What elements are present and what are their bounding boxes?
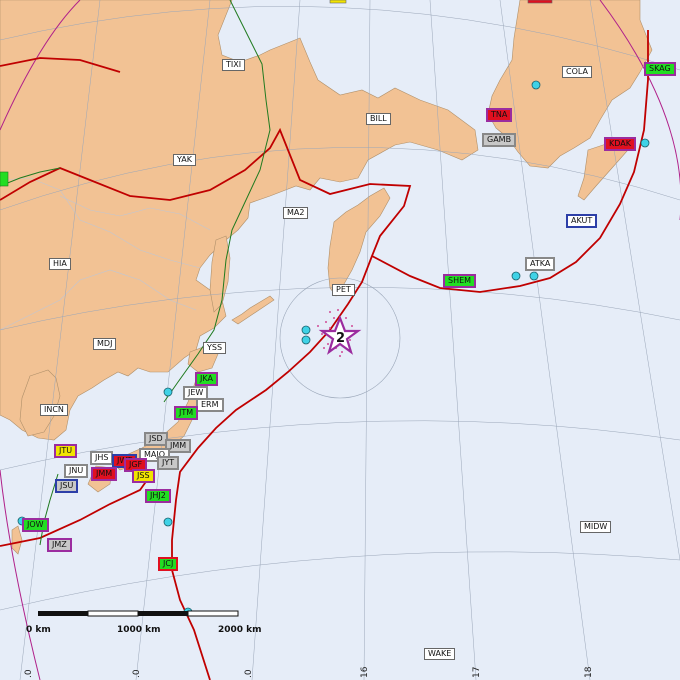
place-label-ma2: MA2 xyxy=(283,207,309,219)
place-label-hia: HIA xyxy=(49,258,71,270)
waveform-dot[interactable] xyxy=(511,271,521,281)
station-jcj[interactable]: JCJ xyxy=(158,557,179,571)
tick-label: .0 xyxy=(24,669,34,678)
tick-label: 18 xyxy=(584,666,594,678)
waveform-dot[interactable] xyxy=(640,138,650,148)
waveform-dot[interactable] xyxy=(529,271,539,281)
station-jtu[interactable]: JTU xyxy=(54,444,78,458)
station-jyt[interactable]: JYT xyxy=(157,456,180,470)
waveform-dot[interactable] xyxy=(531,80,541,90)
station-gamb[interactable]: GAMB xyxy=(482,133,517,147)
station-jhs[interactable]: JHS xyxy=(90,451,114,465)
place-label-midw: MIDW xyxy=(580,521,612,533)
tick-label: 17 xyxy=(472,666,482,678)
place-label-mdj: MDJ xyxy=(93,338,117,350)
station-jtm[interactable]: JTM xyxy=(174,406,199,420)
station-jnu[interactable]: JNU xyxy=(64,464,89,478)
station-atka[interactable]: ATKA xyxy=(525,257,556,271)
place-label-tixi: TIXI xyxy=(222,59,246,71)
map-canvas[interactable]: 2 TIXI BILL YAK MA2 HIA MDJ YSS PET INCN… xyxy=(0,0,680,680)
station-jhj2[interactable]: JHJ2 xyxy=(145,489,171,503)
waveform-dot[interactable] xyxy=(301,325,311,335)
station-jow[interactable]: JOW xyxy=(22,518,49,532)
station-erm[interactable]: ERM xyxy=(196,398,224,412)
station-jmm-red[interactable]: JMM xyxy=(91,467,118,481)
station-kdak[interactable]: KDAK xyxy=(604,137,636,151)
place-label-yss: YSS xyxy=(203,342,227,354)
station-skag[interactable]: SKAG xyxy=(644,62,676,76)
station-jmz[interactable]: JMZ xyxy=(47,538,72,552)
scale-label-0: 0 km xyxy=(26,625,51,635)
event-marker-label: 2 xyxy=(336,331,346,346)
station-shem[interactable]: SHEM xyxy=(443,274,477,288)
scale-label-1000: 1000 km xyxy=(117,625,161,635)
waveform-dot[interactable] xyxy=(163,517,173,527)
tick-label: .0 xyxy=(132,669,142,678)
station-jsu[interactable]: JSU xyxy=(55,479,79,493)
place-label-bill: BILL xyxy=(366,113,391,125)
station-jka[interactable]: JKA xyxy=(195,372,218,386)
place-label-wake: WAKE xyxy=(424,648,456,660)
place-label-pet: PET xyxy=(332,284,355,296)
waveform-dot[interactable] xyxy=(301,335,311,345)
waveform-dot[interactable] xyxy=(163,387,173,397)
place-label-incn: INCN xyxy=(40,404,68,416)
station-akut[interactable]: AKUT xyxy=(566,214,598,228)
station-tna[interactable]: TNA xyxy=(486,108,513,122)
scale-bar xyxy=(38,610,239,617)
station-jss[interactable]: JSS xyxy=(132,469,155,483)
scale-label-2000: 2000 km xyxy=(218,625,262,635)
tick-label: 16 xyxy=(360,666,370,678)
tick-label: .0 xyxy=(244,669,254,678)
place-label-cola: COLA xyxy=(562,66,592,78)
place-label-yak: YAK xyxy=(173,154,196,166)
